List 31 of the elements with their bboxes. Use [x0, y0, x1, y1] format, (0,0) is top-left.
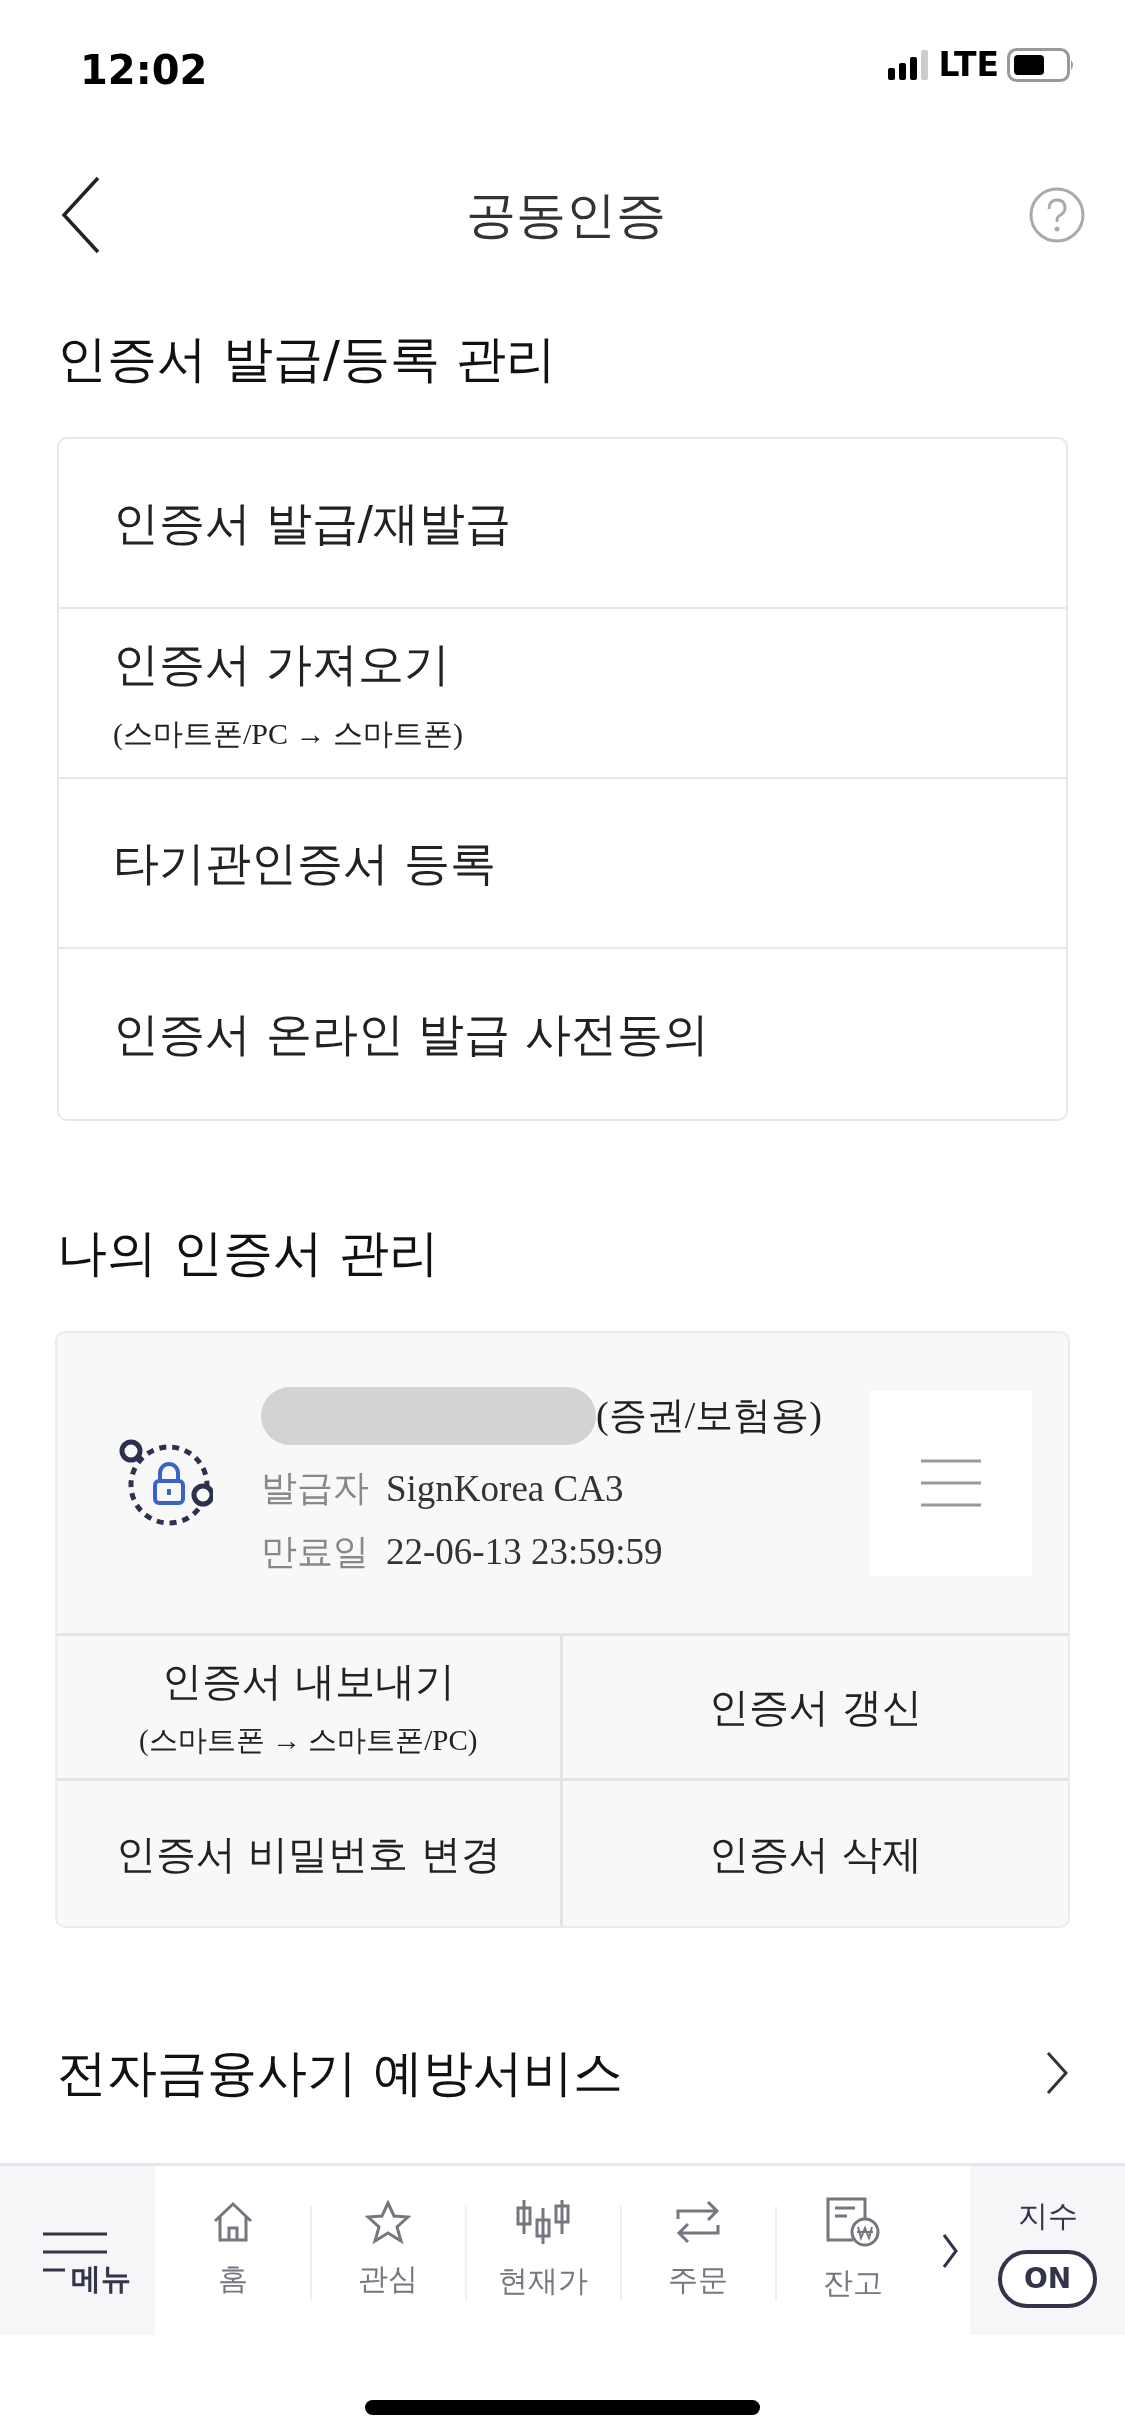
field-value: 22-06-13 23:59:59: [386, 1530, 663, 1574]
menu-item[interactable]: 인증서 발급/재발급: [59, 439, 1066, 609]
fraud-prevention-link[interactable]: 전자금융사기 예방서비스: [0, 2018, 1125, 2128]
index-toggle[interactable]: ON: [997, 2250, 1098, 2308]
menu-item[interactable]: 인증서 가져오기 (스마트폰/PC → 스마트폰): [59, 609, 1066, 779]
signal-icon: [888, 49, 931, 80]
document-won-icon: [824, 2196, 881, 2248]
status-time: 12:02: [80, 46, 208, 95]
field-label: 발급자: [261, 1466, 370, 1511]
field-value: SignKorea CA3: [386, 1466, 624, 1511]
index-label: 지수: [1017, 2197, 1078, 2235]
candlestick-icon: [515, 2198, 570, 2246]
certificate-action[interactable]: 인증서 비밀번호 변경: [57, 1781, 563, 1926]
chevron-right-icon: [1046, 2051, 1068, 2095]
star-icon: [364, 2200, 411, 2244]
network-label: LTE: [938, 44, 999, 86]
menu-tab[interactable]: 메뉴: [0, 2166, 155, 2335]
field-label: 만료일: [261, 1529, 370, 1574]
certificate-type: (증권/보험용): [596, 1393, 822, 1438]
section-title: 인증서 발급/등록 관리: [56, 329, 557, 390]
certificate-action[interactable]: 인증서 내보내기 (스마트폰 → 스마트폰/PC): [57, 1636, 563, 1781]
battery-icon: [1007, 47, 1075, 82]
menu-item[interactable]: 인증서 온라인 발급 사전동의: [59, 949, 1066, 1119]
certificate-action[interactable]: 인증서 삭제: [562, 1781, 1068, 1926]
certificate-action[interactable]: 인증서 갱신: [562, 1636, 1068, 1781]
page-title: 공동인증: [465, 184, 666, 246]
chevron-right-icon[interactable]: [942, 2232, 958, 2269]
back-icon[interactable]: [60, 176, 102, 254]
menu-icon: [921, 1458, 981, 1508]
section-title: 나의 인증서 관리: [56, 1223, 440, 1284]
menu-item[interactable]: 타기관인증서 등록: [59, 779, 1066, 949]
